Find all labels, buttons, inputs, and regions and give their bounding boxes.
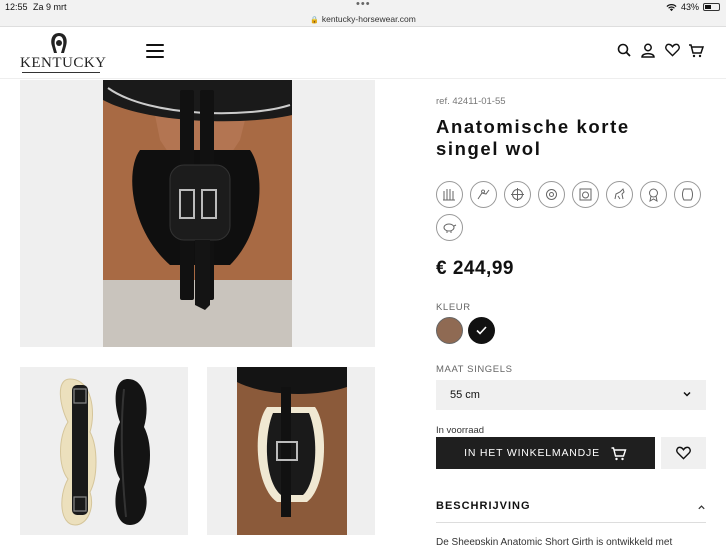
color-swatch-black-selected[interactable] (468, 317, 495, 344)
color-swatches (436, 317, 495, 344)
horseshoe-logo-icon (51, 33, 67, 53)
pressure-relief-icon (538, 181, 565, 208)
product-title-line-2: singel wol (436, 138, 542, 159)
checkmark-icon (476, 326, 487, 335)
product-image-thumbnail-1[interactable] (20, 367, 188, 535)
add-to-cart-button[interactable]: IN HET WINKELMANDJE (436, 437, 655, 469)
wishlist-heart-icon[interactable] (664, 41, 680, 59)
address-bar[interactable]: 🔒 kentucky-horsewear.com (0, 14, 726, 24)
status-bar: 12:55 Za 9 mrt ••• 🔒 kentucky-horsewear.c… (0, 0, 726, 27)
riding-discipline-icon (470, 181, 497, 208)
menu-button[interactable] (146, 44, 164, 58)
product-reference: ref. 42411-01-55 (436, 96, 506, 107)
anatomic-shape-icon (504, 181, 531, 208)
status-time: 12:55 (5, 2, 28, 12)
product-title: Anatomische korte singel wol (436, 116, 676, 160)
site-header: KENTUCKY (0, 27, 726, 79)
chevron-up-icon[interactable] (697, 503, 706, 511)
battery-icon (703, 3, 720, 11)
washable-icon (572, 181, 599, 208)
product-image-main[interactable] (20, 80, 375, 347)
feature-icons (436, 181, 706, 241)
chevron-down-icon (683, 391, 691, 397)
size-select-value: 55 cm (450, 389, 480, 401)
fleece-feature-icon (436, 181, 463, 208)
wifi-icon (666, 3, 677, 11)
stock-status: In voorraad (436, 425, 485, 436)
description-heading[interactable]: BESCHRIJVING (436, 500, 531, 512)
lock-icon: 🔒 (310, 17, 319, 24)
heart-icon (676, 446, 691, 460)
kentucky-logo[interactable]: KENTUCKY (20, 32, 107, 74)
cart-icon[interactable] (688, 41, 704, 59)
size-select[interactable]: 55 cm (436, 380, 706, 410)
product-image-thumbnail-2[interactable] (207, 367, 375, 535)
cart-icon (611, 446, 627, 460)
account-icon[interactable] (640, 41, 656, 59)
color-swatch-brown[interactable] (436, 317, 463, 344)
battery-percent: 43% (680, 2, 699, 12)
product-price: € 244,99 (436, 258, 514, 279)
multitask-dots-icon[interactable]: ••• (356, 0, 371, 10)
wool-sheep-icon (436, 214, 463, 241)
status-date: Za 9 mrt (33, 2, 67, 12)
sheepskin-icon (674, 181, 701, 208)
horse-comfort-icon (606, 181, 633, 208)
add-to-wishlist-button[interactable] (661, 437, 706, 469)
search-icon[interactable] (616, 41, 632, 59)
add-to-cart-label: IN HET WINKELMANDJE (464, 447, 600, 459)
logo-wordmark: KENTUCKY (20, 55, 107, 71)
divider (436, 522, 706, 523)
quality-award-icon (640, 181, 667, 208)
description-text: De Sheepskin Anatomic Short Girth is ont… (436, 537, 673, 545)
product-title-line-1: Anatomische korte (436, 116, 630, 137)
color-label: KLEUR (436, 302, 471, 313)
url-text: kentucky-horsewear.com (321, 14, 416, 24)
logo-underline (22, 72, 100, 73)
size-label: MAAT SINGELS (436, 364, 513, 375)
